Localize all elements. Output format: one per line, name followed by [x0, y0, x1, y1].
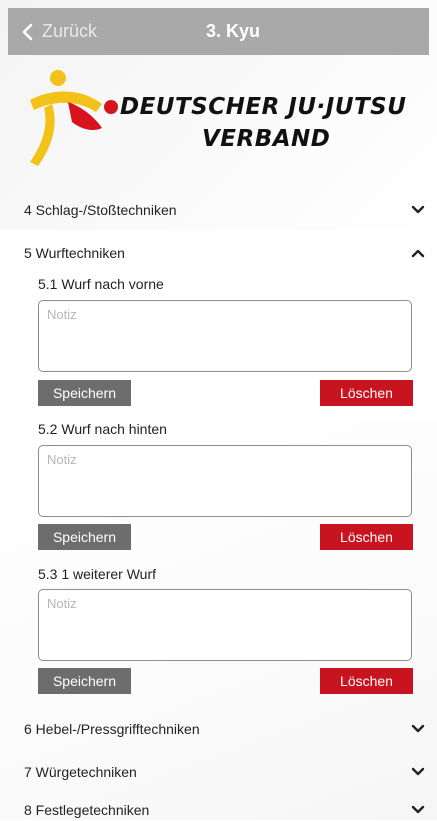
delete-button[interactable]: Löschen: [320, 524, 413, 550]
note-field[interactable]: [38, 589, 412, 661]
chevron-down-icon: [411, 767, 425, 776]
section-header-5[interactable]: 5 Wurftechniken: [0, 238, 437, 268]
chevron-down-icon: [411, 805, 425, 814]
save-button[interactable]: Speichern: [38, 380, 131, 406]
section-header-7[interactable]: 7 Würgetechniken: [0, 757, 437, 787]
note-field[interactable]: [38, 445, 412, 517]
chevron-up-icon: [411, 249, 425, 258]
section-label: 6 Hebel-/Pressgrifftechniken: [24, 721, 200, 737]
technique-label: 5.3 1 weiterer Wurf: [38, 566, 157, 582]
logo: DEUTSCHER JU·JUTSU VERBAND: [24, 66, 424, 178]
section-label: 5 Wurftechniken: [24, 245, 125, 261]
logo-text-line2: VERBAND: [202, 126, 331, 152]
navigation-bar: Zurück 3. Kyu: [8, 8, 429, 55]
delete-button[interactable]: Löschen: [320, 380, 413, 406]
back-button[interactable]: Zurück: [18, 21, 97, 42]
section-header-4[interactable]: 4 Schlag-/Stoßtechniken: [0, 195, 437, 225]
chevron-down-icon: [411, 205, 425, 214]
technique-label: 5.2 Wurf nach hinten: [38, 421, 167, 437]
save-button[interactable]: Speichern: [38, 668, 131, 694]
section-label: 8 Festlegetechniken: [24, 802, 150, 818]
logo-text-line1: DEUTSCHER JU·JUTSU: [120, 94, 407, 120]
chevron-left-icon: [22, 23, 33, 40]
save-button[interactable]: Speichern: [38, 524, 131, 550]
note-field[interactable]: [38, 300, 412, 372]
chevron-down-icon: [411, 724, 425, 733]
page-title: 3. Kyu: [206, 21, 261, 41]
section-label: 4 Schlag-/Stoßtechniken: [24, 202, 177, 218]
logo-emblem-icon: [30, 70, 118, 166]
section-header-6[interactable]: 6 Hebel-/Pressgrifftechniken: [0, 714, 437, 744]
technique-label: 5.1 Wurf nach vorne: [38, 276, 164, 292]
delete-button[interactable]: Löschen: [320, 668, 413, 694]
section-label: 7 Würgetechniken: [24, 764, 137, 780]
section-header-8[interactable]: 8 Festlegetechniken: [0, 799, 437, 821]
back-label: Zurück: [42, 21, 98, 41]
